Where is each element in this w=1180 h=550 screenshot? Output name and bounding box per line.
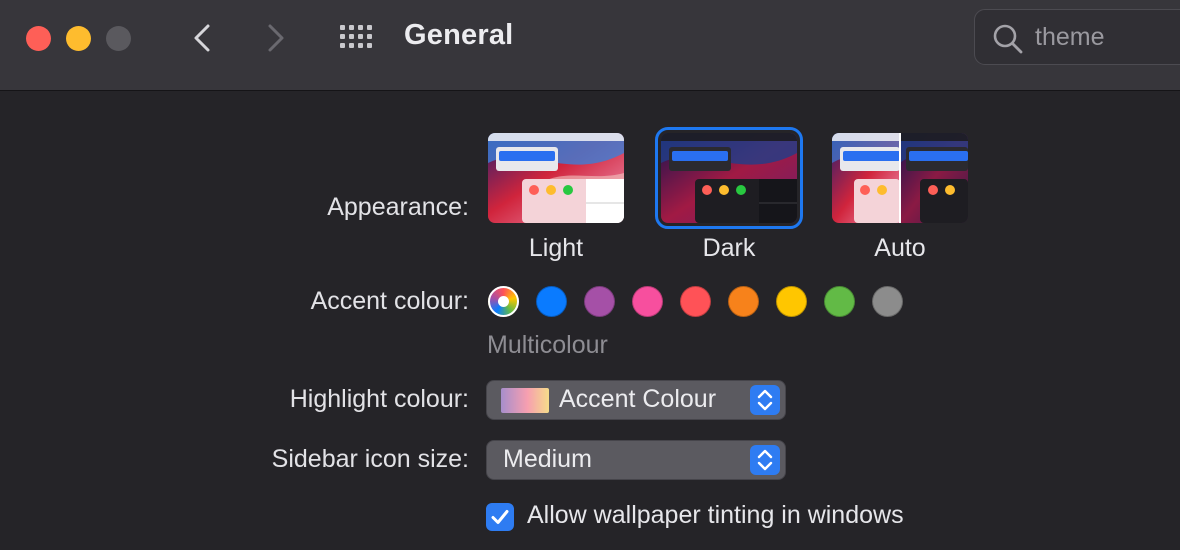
wallpaper-tinting-checkbox[interactable] (486, 503, 514, 531)
light-appearance-preview (488, 133, 624, 223)
zoom-button (106, 26, 131, 51)
appearance-light-label: Light (528, 234, 584, 262)
appearance-dark-label: Dark (702, 234, 756, 262)
up-down-chevron-icon (757, 389, 773, 411)
appearance-dark-option[interactable] (655, 127, 803, 229)
chevron-left-icon (194, 24, 210, 52)
toolbar: General (0, 0, 1180, 91)
back-button[interactable] (184, 20, 220, 56)
popup-stepper (750, 385, 780, 415)
appearance-label: Appearance: (327, 193, 469, 221)
highlight-colour-label: Highlight colour: (289, 385, 469, 413)
accent-blue-swatch[interactable] (536, 286, 567, 317)
sidebar-icon-size-popup[interactable]: Medium (486, 440, 786, 480)
accent-yellow-swatch[interactable] (776, 286, 807, 317)
sidebar-icon-size-label: Sidebar icon size: (271, 445, 469, 473)
search-input[interactable] (1035, 20, 1180, 54)
search-field[interactable] (974, 9, 1180, 65)
accent-green-swatch[interactable] (824, 286, 855, 317)
sidebar-icon-size-value: Medium (503, 445, 592, 473)
close-button[interactable] (26, 26, 51, 51)
highlight-colour-value: Accent Colour (559, 385, 717, 413)
dark-appearance-preview (661, 133, 797, 223)
show-all-button[interactable] (338, 20, 378, 56)
accent-pink-swatch[interactable] (632, 286, 663, 317)
highlight-colour-preview (501, 388, 549, 413)
checkmark-icon (491, 510, 509, 524)
accent-purple-swatch[interactable] (584, 286, 615, 317)
popup-stepper (750, 445, 780, 475)
window-title: General (404, 19, 514, 51)
accent-colour-label: Accent colour: (310, 287, 469, 315)
chevron-right-icon (268, 24, 284, 52)
auto-appearance-preview (832, 133, 968, 223)
accent-selected-name: Multicolour (487, 331, 608, 359)
appearance-auto-option[interactable] (832, 133, 968, 223)
forward-button (258, 20, 294, 56)
selected-indicator (498, 296, 509, 307)
accent-graphite-swatch[interactable] (872, 286, 903, 317)
search-icon (993, 24, 1023, 54)
up-down-chevron-icon (757, 449, 773, 471)
accent-red-swatch[interactable] (680, 286, 711, 317)
appearance-light-option[interactable] (488, 133, 624, 223)
grid-icon (340, 25, 372, 48)
accent-orange-swatch[interactable] (728, 286, 759, 317)
accent-multicolour-swatch[interactable] (488, 286, 519, 317)
minimize-button[interactable] (66, 26, 91, 51)
highlight-colour-popup[interactable]: Accent Colour (486, 380, 786, 420)
wallpaper-tinting-label[interactable]: Allow wallpaper tinting in windows (527, 501, 904, 530)
appearance-auto-label: Auto (874, 234, 926, 262)
